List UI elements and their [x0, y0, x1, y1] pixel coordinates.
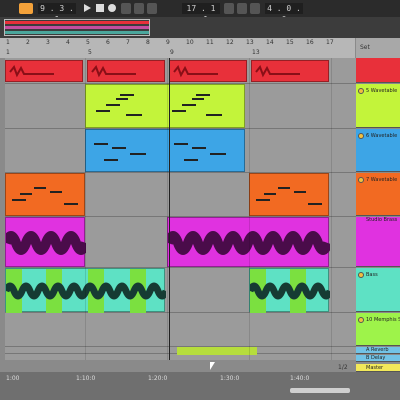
ruler-tick: 13 [246, 39, 254, 46]
cursor-arrow-icon [210, 362, 215, 370]
tap-tempo-button[interactable] [19, 3, 33, 14]
time-label: 1:10:0 [76, 375, 96, 382]
ruler-tick: 11 [206, 39, 214, 46]
ruler-tick: 9 [166, 39, 170, 46]
track-name: 7 Wavetable [366, 177, 398, 183]
arrangement-icon[interactable] [237, 3, 247, 14]
grid-line [249, 58, 250, 360]
audio-clip[interactable] [251, 60, 329, 82]
audio-clip[interactable] [249, 268, 330, 313]
time-label: 1:40:0 [290, 375, 310, 382]
track-name: 5 Wavetable [366, 88, 398, 94]
return-name: B Delay [366, 355, 386, 361]
track-name: 6 Wavetable [366, 133, 398, 139]
master-header[interactable]: Master [356, 364, 400, 372]
page-indicator[interactable]: 1/2 [338, 364, 348, 372]
ruler-tick: 17 [326, 39, 334, 46]
ruler-tick: 14 [266, 39, 274, 46]
audio-clip[interactable] [5, 60, 83, 82]
tempo-field[interactable]: 9 . 3 . 1 [38, 3, 76, 24]
track-header[interactable]: Bass [356, 268, 400, 312]
grid-line [331, 58, 332, 360]
ruler-tick: 12 [226, 39, 234, 46]
track-name: 10 Memphis Str [366, 317, 400, 323]
locator-marker[interactable]: 5 [88, 49, 92, 57]
stop-icon[interactable] [96, 4, 104, 12]
track-header[interactable]: 7 Wavetable [356, 173, 400, 216]
ruler-tick: 6 [106, 39, 110, 46]
master-name: Master [366, 365, 384, 371]
locator-marker[interactable]: 13 [252, 49, 260, 57]
set-header[interactable]: Set [356, 38, 400, 58]
midi-clip[interactable] [85, 129, 245, 172]
arrangement-view[interactable] [5, 58, 356, 360]
loop-length-field[interactable]: 4 . 0 . 0 [265, 3, 303, 24]
arrangement-overview[interactable] [0, 17, 400, 38]
metronome-icon[interactable] [250, 3, 260, 14]
track-header[interactable]: 5 Wavetable [356, 84, 400, 128]
track-lane[interactable] [5, 313, 356, 347]
audio-clip[interactable] [163, 217, 333, 267]
track-activator-button[interactable] [358, 177, 364, 183]
return-name: A Reverb [366, 347, 389, 353]
ruler-tick: 8 [146, 39, 150, 46]
bar-ruler[interactable]: 1 2 3 4 5 6 7 8 9 10 11 12 13 14 15 16 1… [0, 38, 355, 58]
playhead[interactable] [169, 58, 170, 360]
record-icon[interactable] [108, 4, 116, 12]
audio-clip[interactable] [87, 60, 165, 82]
time-label: 1:20:0 [148, 375, 168, 382]
loop-button[interactable] [134, 3, 144, 14]
overview-viewport[interactable] [4, 19, 150, 36]
return-header[interactable]: A Reverb [356, 347, 400, 354]
ruler-tick: 10 [186, 39, 194, 46]
play-icon[interactable] [84, 4, 91, 12]
track-name: Studio Brass [366, 217, 398, 223]
midi-clip[interactable] [85, 84, 245, 128]
time-label: 1:00 [6, 375, 20, 382]
grid-line [85, 58, 86, 360]
ruler-tick: 7 [126, 39, 130, 46]
locator-marker[interactable]: 9 [170, 49, 174, 57]
ruler-tick: 4 [66, 39, 70, 46]
punch-button[interactable] [147, 3, 157, 14]
ruler-tick: 1 [6, 39, 10, 46]
audio-clip[interactable] [169, 60, 247, 82]
time-label: 1:30:0 [220, 375, 240, 382]
track-header[interactable]: Studio Brass [356, 217, 400, 267]
track-header[interactable]: 10 Memphis Str [356, 313, 400, 346]
track-activator-button[interactable] [358, 88, 364, 94]
audio-clip[interactable] [5, 217, 91, 267]
pencil-icon[interactable] [224, 3, 234, 14]
horizontal-scrollbar[interactable] [290, 388, 350, 393]
transport-bar: 9 . 3 . 1 17 . 1 . 1 4 . 0 . 0 [0, 0, 400, 24]
set-label: Set [360, 44, 370, 51]
ruler-tick: 2 [26, 39, 30, 46]
ruler-tick: 3 [46, 39, 50, 46]
grid-line [167, 58, 168, 360]
selection-region[interactable] [177, 347, 257, 355]
track-name: Bass [366, 272, 378, 278]
ruler-tick: 15 [286, 39, 294, 46]
midi-clip[interactable] [5, 173, 85, 216]
track-header[interactable] [356, 58, 400, 83]
track-activator-button[interactable] [358, 272, 364, 278]
track-activator-button[interactable] [358, 133, 364, 139]
ruler-tick: 5 [86, 39, 90, 46]
ruler-tick: 16 [306, 39, 314, 46]
draw-mode-button[interactable] [121, 3, 131, 14]
track-header[interactable]: 6 Wavetable [356, 129, 400, 172]
time-ruler[interactable]: 1:00 1:10:0 1:20:0 1:30:0 1:40:0 [0, 362, 400, 400]
midi-clip[interactable] [249, 173, 329, 216]
return-header[interactable]: B Delay [356, 355, 400, 362]
locator-marker[interactable]: 1 [6, 49, 10, 57]
track-activator-button[interactable] [358, 317, 364, 323]
position-field[interactable]: 17 . 1 . 1 [182, 3, 220, 24]
